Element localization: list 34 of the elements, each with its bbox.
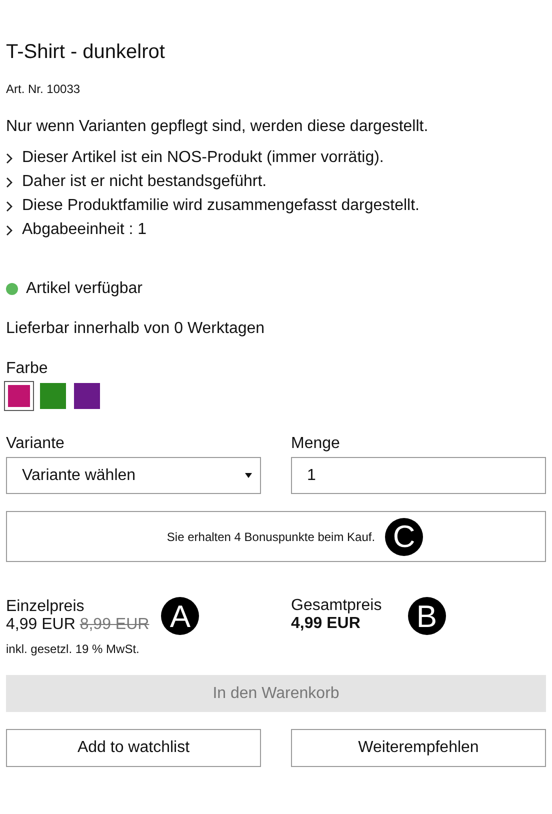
color-swatch[interactable] [74,383,100,409]
quantity-label: Menge [291,435,341,453]
variant-label: Variante [6,435,66,453]
total-price-label: Gesamtpreis [291,597,382,615]
callout-marker: C [385,518,424,556]
callout-marker: A [161,597,200,635]
feature-text: Dieser Artikel ist ein NOS-Produkt (immer vorrätig). [22,149,384,167]
action-button[interactable]: Add to watchlist [6,729,261,767]
product-title: T-Shirt - dunkelrot [6,40,166,64]
chevron-icon [6,152,13,164]
article-number: Art. Nr. 10033 [6,82,82,96]
feature-text: Daher ist er nicht bestandsgeführt. [22,173,267,191]
old-price: 8,99 EUR [80,616,150,633]
variant-dropdown[interactable]: Variante wählen [6,457,261,494]
availability-status: Artikel verfügbar [26,280,142,298]
tax-note: inkl. gesetzl. 19 % MwSt. [6,642,140,656]
bonus-text: Sie erhalten 4 Bonuspunkte beim Kauf. [166,530,376,544]
action-button[interactable]: Weiterempfehlen [291,729,546,767]
color-swatch[interactable] [40,383,66,409]
chevron-icon [6,224,13,236]
quantity-input[interactable]: 1 [291,457,546,494]
callout-marker: B [408,597,446,635]
feature-text: Diese Produktfamilie wird zusammengefasst dargestellt. [22,197,420,215]
feature-text: Abgabeeinheit : 1 [22,221,147,239]
delivery-time: Lieferbar innerhalb von 0 Werktagen [6,320,266,338]
chevron-icon [6,200,13,212]
variant-note: Nur wenn Varianten gepflegt sind, werden diese dargestellt. [6,118,430,136]
unit-price-label: Einzelpreis [6,598,84,616]
color-label: Farbe [6,360,49,378]
chevron-icon [6,176,13,188]
caret-icon [245,473,252,478]
color-swatch[interactable] [6,383,32,409]
total-price: 4,99 EUR [291,615,362,633]
unit-price: 4,99 EUR [6,616,76,633]
